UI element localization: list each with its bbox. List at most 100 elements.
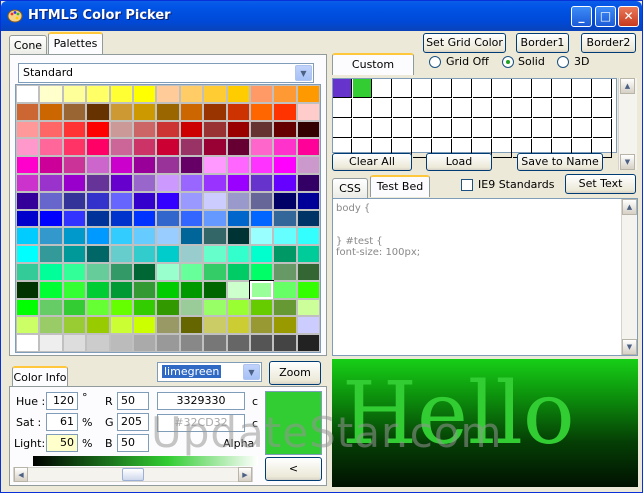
chevron-down-icon[interactable]: ▼ bbox=[295, 65, 312, 81]
color-swatch[interactable] bbox=[86, 263, 110, 281]
r-input[interactable]: 50 bbox=[117, 392, 149, 410]
color-swatch[interactable] bbox=[226, 245, 250, 263]
color-swatch[interactable] bbox=[156, 298, 180, 317]
color-swatch[interactable] bbox=[179, 298, 204, 317]
color-swatch[interactable] bbox=[250, 245, 274, 263]
color-swatch[interactable] bbox=[16, 102, 40, 121]
color-swatch[interactable] bbox=[250, 263, 274, 281]
color-swatch[interactable] bbox=[16, 263, 40, 281]
color-swatch[interactable] bbox=[226, 191, 250, 210]
color-swatch[interactable] bbox=[226, 263, 250, 281]
color-swatch[interactable] bbox=[86, 102, 110, 121]
color-swatch[interactable] bbox=[62, 245, 87, 263]
maximize-button[interactable]: □ bbox=[595, 6, 616, 27]
color-swatch[interactable] bbox=[86, 334, 110, 352]
color-swatch[interactable] bbox=[250, 298, 274, 317]
color-swatch[interactable] bbox=[250, 102, 274, 121]
color-swatch[interactable] bbox=[16, 120, 40, 139]
color-swatch[interactable] bbox=[39, 280, 63, 299]
radio-3d[interactable] bbox=[557, 56, 569, 68]
color-swatch[interactable] bbox=[179, 280, 204, 299]
custom-palette-cell[interactable] bbox=[333, 119, 352, 138]
color-swatch[interactable] bbox=[109, 156, 133, 174]
color-swatch[interactable] bbox=[156, 334, 180, 352]
color-swatch[interactable] bbox=[250, 120, 274, 139]
color-swatch[interactable] bbox=[39, 138, 63, 157]
color-swatch[interactable] bbox=[203, 245, 227, 263]
color-swatch[interactable] bbox=[86, 85, 110, 103]
color-swatch[interactable] bbox=[203, 85, 227, 103]
color-swatch[interactable] bbox=[226, 316, 250, 335]
color-swatch[interactable] bbox=[133, 316, 157, 335]
color-swatch[interactable] bbox=[226, 120, 250, 139]
lightness-gradient-bar[interactable] bbox=[33, 456, 258, 466]
color-swatch[interactable] bbox=[133, 209, 157, 228]
color-swatch[interactable] bbox=[39, 245, 63, 263]
color-swatch[interactable] bbox=[156, 209, 180, 228]
color-swatch[interactable] bbox=[109, 280, 133, 299]
custom-palette-cell[interactable] bbox=[413, 99, 432, 118]
radio-grid-off[interactable] bbox=[429, 56, 441, 68]
custom-palette-cell[interactable] bbox=[433, 99, 452, 118]
color-swatch[interactable] bbox=[296, 245, 321, 263]
color-swatch[interactable] bbox=[226, 85, 250, 103]
color-swatch[interactable] bbox=[16, 316, 40, 335]
border1-button[interactable]: Border1 bbox=[516, 33, 569, 53]
chevron-down-icon[interactable]: ▼ bbox=[243, 364, 260, 380]
color-swatch[interactable] bbox=[39, 156, 63, 174]
color-swatch[interactable] bbox=[39, 174, 63, 192]
color-swatch[interactable] bbox=[273, 334, 297, 352]
color-swatch[interactable] bbox=[273, 120, 297, 139]
color-swatch[interactable] bbox=[62, 102, 87, 121]
color-swatch[interactable] bbox=[16, 227, 40, 246]
custom-palette-cell[interactable] bbox=[593, 79, 612, 98]
color-swatch[interactable] bbox=[273, 280, 297, 299]
custom-palette-scrollbar[interactable]: ▲ ▼ bbox=[618, 78, 637, 170]
color-swatch[interactable] bbox=[16, 191, 40, 210]
tab-palettes[interactable]: Palettes bbox=[48, 32, 103, 54]
alpha-slider[interactable]: ◀ ▶ bbox=[13, 467, 253, 482]
color-swatch[interactable] bbox=[226, 138, 250, 157]
color-swatch[interactable] bbox=[133, 263, 157, 281]
color-swatch[interactable] bbox=[109, 227, 133, 246]
color-swatch[interactable] bbox=[39, 120, 63, 139]
custom-palette-cell[interactable] bbox=[533, 79, 552, 98]
color-swatch[interactable] bbox=[62, 263, 87, 281]
custom-palette-cell[interactable] bbox=[533, 119, 552, 138]
custom-palette-cell[interactable] bbox=[373, 119, 392, 138]
custom-palette-cell[interactable] bbox=[453, 79, 472, 98]
color-swatch[interactable] bbox=[203, 174, 227, 192]
custom-palette-cell[interactable] bbox=[553, 99, 572, 118]
color-swatch[interactable] bbox=[39, 263, 63, 281]
color-swatch[interactable] bbox=[273, 263, 297, 281]
color-swatch[interactable] bbox=[109, 174, 133, 192]
color-swatch[interactable] bbox=[156, 227, 180, 246]
color-swatch[interactable] bbox=[203, 227, 227, 246]
color-swatch[interactable] bbox=[296, 298, 321, 317]
color-swatch[interactable] bbox=[203, 209, 227, 228]
color-swatch[interactable] bbox=[203, 280, 227, 299]
color-swatch[interactable] bbox=[296, 85, 321, 103]
color-swatch[interactable] bbox=[16, 298, 40, 317]
color-swatch[interactable] bbox=[203, 298, 227, 317]
color-swatch[interactable] bbox=[39, 209, 63, 228]
color-swatch[interactable] bbox=[296, 174, 321, 192]
b-input[interactable]: 50 bbox=[117, 434, 149, 452]
color-swatch[interactable] bbox=[109, 209, 133, 228]
color-swatch[interactable] bbox=[62, 298, 87, 317]
custom-palette-cell[interactable] bbox=[513, 119, 532, 138]
color-swatch[interactable] bbox=[109, 102, 133, 121]
color-swatch[interactable] bbox=[133, 191, 157, 210]
color-swatch[interactable] bbox=[109, 85, 133, 103]
sat-input[interactable]: 61 bbox=[46, 413, 78, 431]
color-swatch[interactable] bbox=[296, 334, 321, 352]
editor-scrollbar[interactable]: ▲ ▼ bbox=[621, 199, 637, 355]
color-swatch[interactable] bbox=[109, 316, 133, 335]
color-swatch[interactable] bbox=[250, 174, 274, 192]
zoom-button[interactable]: Zoom bbox=[269, 361, 321, 385]
tab-css[interactable]: CSS bbox=[332, 178, 368, 198]
custom-palette-cell[interactable] bbox=[473, 79, 492, 98]
color-swatch[interactable] bbox=[203, 316, 227, 335]
color-swatch[interactable] bbox=[86, 138, 110, 157]
color-swatch[interactable] bbox=[86, 209, 110, 228]
